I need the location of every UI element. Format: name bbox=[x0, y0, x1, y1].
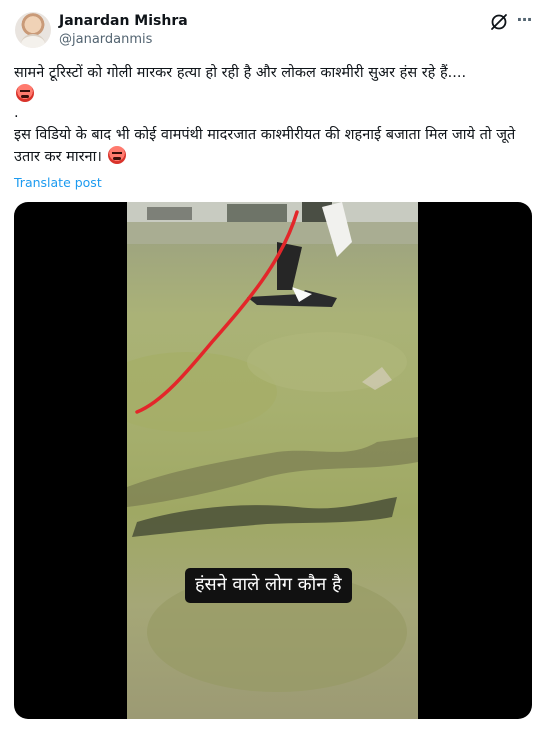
avatar[interactable] bbox=[15, 12, 51, 48]
grok-icon[interactable] bbox=[489, 12, 509, 32]
author-name[interactable]: Janardan Mishra bbox=[59, 13, 188, 29]
video-caption: हंसने वाले लोग कौन है bbox=[185, 568, 352, 603]
tweet-text: सामने टूरिस्टों को गोली मारकर हत्या हो र… bbox=[14, 62, 534, 168]
translate-post-link[interactable]: Translate post bbox=[14, 175, 102, 190]
video-player[interactable]: हंसने वाले लोग कौन है bbox=[14, 202, 532, 719]
video-frame bbox=[127, 202, 418, 719]
swearing-face-emoji-icon bbox=[108, 146, 127, 164]
tweet-line-1: सामने टूरिस्टों को गोली मारकर हत्या हो र… bbox=[14, 62, 534, 106]
video-scene bbox=[127, 202, 418, 692]
author-handle[interactable]: @janardanmis bbox=[59, 32, 152, 47]
tweet-card[interactable]: Janardan Mishra @janardanmis ··· सामने ट… bbox=[0, 0, 546, 730]
tweet-dot: . bbox=[14, 105, 19, 121]
angry-face-emoji-icon bbox=[16, 84, 34, 102]
tweet-line-2: इस विडियो के बाद भी कोई वामपंथी मादरजात … bbox=[14, 127, 516, 165]
more-icon[interactable]: ··· bbox=[514, 10, 534, 30]
